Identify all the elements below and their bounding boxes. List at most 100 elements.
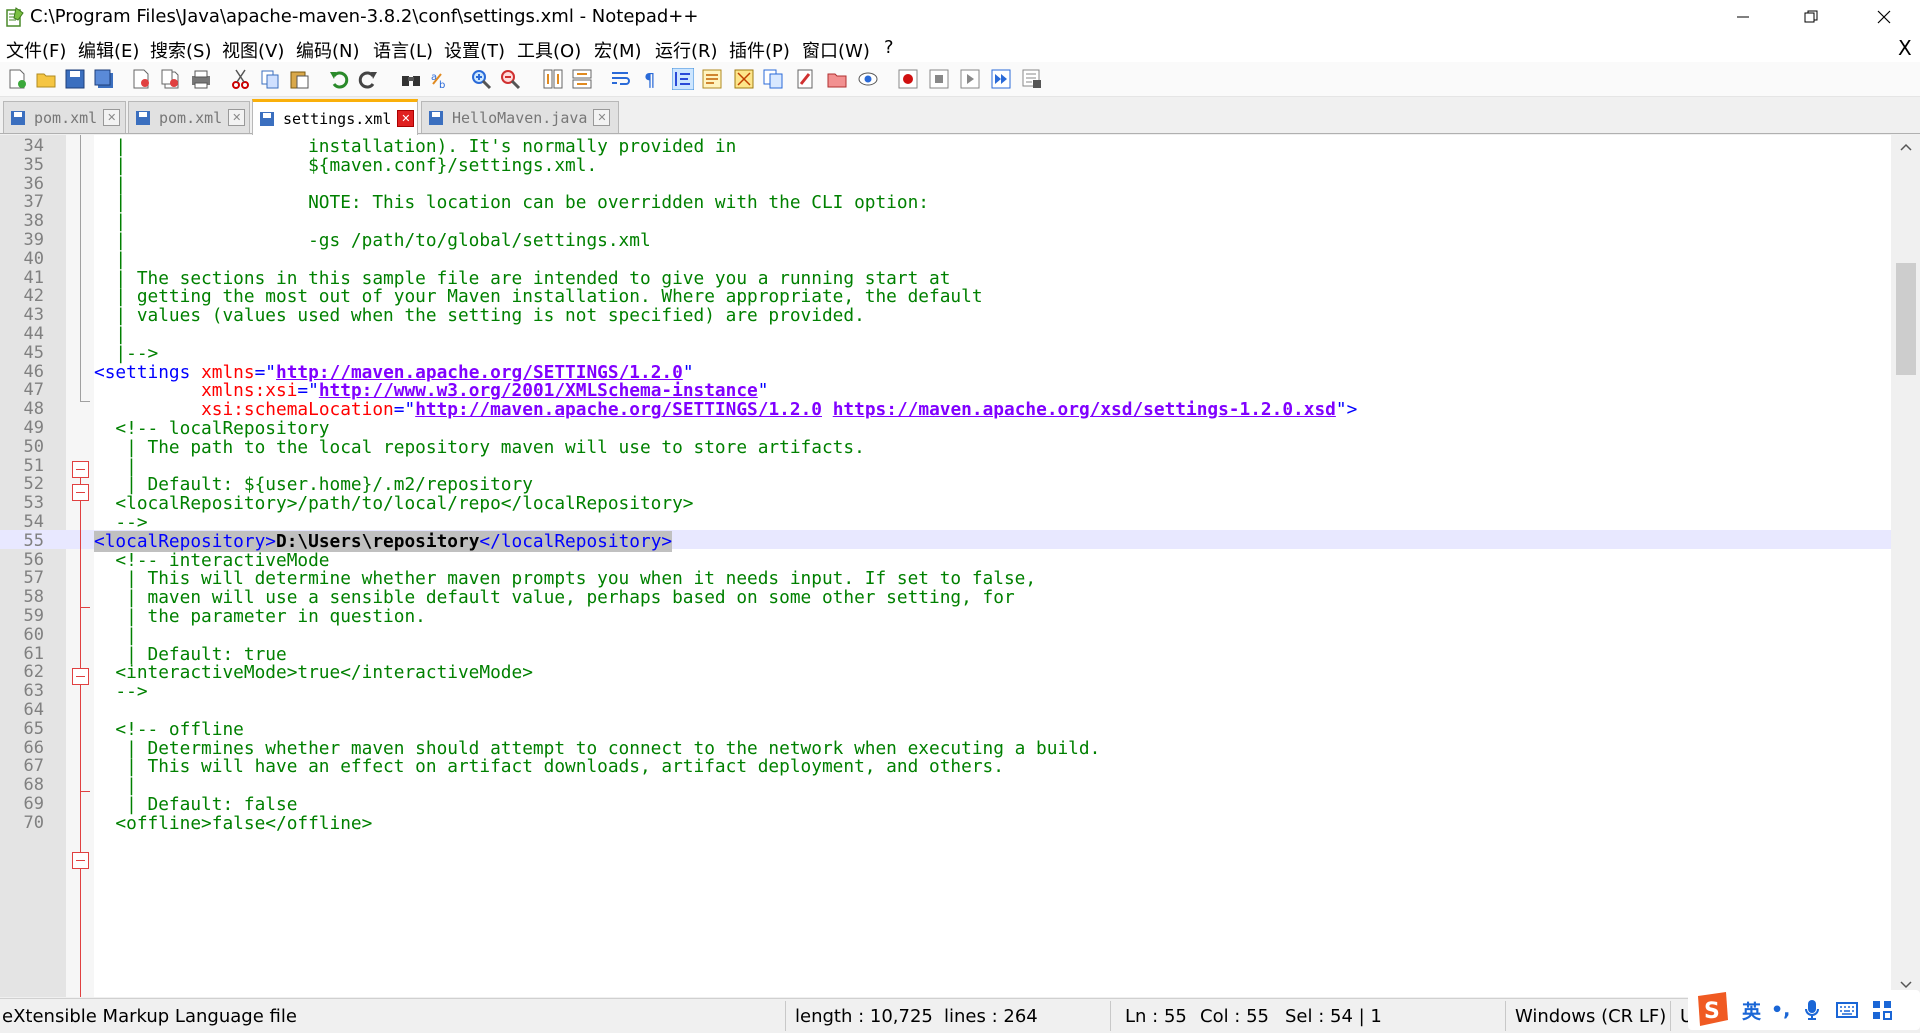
- tab-close-icon[interactable]: ✕: [397, 110, 415, 127]
- new-file-button[interactable]: [6, 68, 28, 90]
- copy-button[interactable]: [259, 68, 281, 90]
- menu-run[interactable]: 运行(R): [655, 37, 718, 63]
- tab-close-icon[interactable]: ✕: [103, 109, 121, 126]
- macro-stop-button[interactable]: [928, 68, 950, 90]
- show-all-chars-button[interactable]: ¶: [639, 68, 661, 91]
- code-line[interactable]: 69 | Default: false: [0, 793, 1891, 815]
- cut-button[interactable]: [230, 68, 252, 90]
- project-panel-button[interactable]: [826, 68, 848, 90]
- tab-pom-xml-2[interactable]: pom.xml ✕: [128, 101, 250, 133]
- code-line[interactable]: 46 <settings xmlns="http://maven.apache.o…: [0, 361, 1891, 383]
- menu-view[interactable]: 视图(V): [222, 37, 284, 63]
- code-line[interactable]: 62 <interactiveMode>true</interactiveMod…: [0, 661, 1891, 683]
- code-line[interactable]: 53 <localRepository>/path/to/local/repo<…: [0, 492, 1891, 514]
- sync-horizontal-button[interactable]: [571, 68, 593, 90]
- code-line[interactable]: 35 | ${maven.conf}/settings.xml.: [0, 154, 1891, 176]
- open-file-button[interactable]: [35, 68, 57, 90]
- folder-workspace-button[interactable]: [795, 68, 817, 90]
- menu-edit[interactable]: 编辑(E): [78, 37, 139, 63]
- code-line[interactable]: 57 | This will determine whether maven p…: [0, 567, 1891, 589]
- macro-record-button[interactable]: [897, 68, 919, 90]
- tab-hellomaven-java[interactable]: HelloMaven.java ✕: [421, 101, 619, 133]
- code-line[interactable]: 59 | the parameter in question.: [0, 605, 1891, 627]
- zoom-out-button[interactable]: [499, 68, 521, 90]
- code-line[interactable]: 68 |: [0, 774, 1891, 796]
- code-line[interactable]: 39 | -gs /path/to/global/settings.xml: [0, 229, 1891, 251]
- minimize-button[interactable]: [1714, 0, 1772, 34]
- menu-file[interactable]: 文件(F): [6, 37, 66, 63]
- replace-button[interactable]: ab: [429, 68, 451, 91]
- status-eol-format[interactable]: Windows (CR LF): [1515, 1006, 1666, 1027]
- menu-search[interactable]: 搜索(S): [150, 37, 211, 63]
- code-line[interactable]: 40 |: [0, 248, 1891, 270]
- code-line[interactable]: 67 | This will have an effect on artifac…: [0, 755, 1891, 777]
- code-line[interactable]: 66 | Determines whether maven should att…: [0, 737, 1891, 759]
- save-button[interactable]: [64, 68, 86, 90]
- indent-guide-button[interactable]: [671, 67, 695, 91]
- scroll-thumb[interactable]: [1896, 263, 1916, 375]
- word-wrap-button[interactable]: [610, 68, 632, 90]
- tab-close-icon[interactable]: ✕: [228, 109, 246, 126]
- code-line[interactable]: 65 <!-- offline: [0, 718, 1891, 740]
- code-line[interactable]: 58 | maven will use a sensible default v…: [0, 586, 1891, 608]
- code-line[interactable]: 63 -->: [0, 680, 1891, 702]
- udl-button[interactable]: [701, 68, 723, 90]
- code-line[interactable]: 60 |: [0, 624, 1891, 646]
- code-line[interactable]: 36 |: [0, 173, 1891, 195]
- tab-pom-xml-1[interactable]: pom.xml ✕: [3, 101, 126, 133]
- code-line[interactable]: 51 |: [0, 455, 1891, 477]
- document-map-button[interactable]: [733, 68, 755, 90]
- code-line[interactable]: 64: [0, 699, 1891, 720]
- code-line[interactable]: 55 <localRepository>D:\Users\repository</…: [0, 529, 1891, 552]
- close-file-button[interactable]: [130, 68, 152, 90]
- sync-vertical-button[interactable]: [542, 68, 564, 90]
- ime-toolbar[interactable]: S 英 •,: [1688, 990, 1920, 1030]
- text-editor[interactable]: 34 | installation). It's normally provid…: [0, 135, 1891, 997]
- code-line[interactable]: 56 <!-- interactiveMode: [0, 549, 1891, 571]
- close-button[interactable]: [1855, 0, 1913, 34]
- code-line[interactable]: 50 | The path to the local repository ma…: [0, 436, 1891, 458]
- undo-button[interactable]: [328, 68, 350, 90]
- fold-toggle-localrepository[interactable]: [72, 484, 89, 501]
- fold-toggle-settings[interactable]: [72, 461, 89, 478]
- code-line[interactable]: 49 <!-- localRepository: [0, 417, 1891, 439]
- menu-window[interactable]: 窗口(W): [802, 37, 870, 63]
- scroll-up-arrow[interactable]: [1891, 135, 1920, 159]
- code-line[interactable]: 52 | Default: ${user.home}/.m2/repositor…: [0, 473, 1891, 495]
- paste-button[interactable]: [288, 68, 310, 90]
- restore-button[interactable]: [1782, 0, 1840, 34]
- code-line[interactable]: 47 xmlns:xsi="http://www.w3.org/2001/XML…: [0, 379, 1891, 401]
- function-list-button[interactable]: [762, 68, 784, 90]
- vertical-scrollbar[interactable]: [1891, 135, 1920, 997]
- microphone-icon[interactable]: [1804, 999, 1820, 1021]
- monitoring-button[interactable]: [857, 68, 879, 90]
- macro-save-button[interactable]: [1021, 68, 1043, 90]
- code-line[interactable]: 54 -->: [0, 511, 1891, 533]
- code-line[interactable]: 48 xsi:schemaLocation="http://maven.apac…: [0, 398, 1891, 420]
- redo-button[interactable]: [357, 68, 379, 90]
- code-line[interactable]: 61 | Default: true: [0, 643, 1891, 665]
- menu-macro[interactable]: 宏(M): [594, 37, 642, 63]
- code-line[interactable]: 45 |-->: [0, 342, 1891, 364]
- tab-close-icon[interactable]: ✕: [593, 109, 611, 126]
- code-line[interactable]: 37 | NOTE: This location can be overridd…: [0, 191, 1891, 213]
- code-line[interactable]: 34 | installation). It's normally provid…: [0, 135, 1891, 157]
- find-button[interactable]: [400, 68, 422, 90]
- code-line[interactable]: 41 | The sections in this sample file ar…: [0, 267, 1891, 289]
- fold-toggle-offline[interactable]: [72, 852, 89, 869]
- close-all-button[interactable]: [159, 68, 181, 90]
- menu-encoding[interactable]: 编码(N): [296, 37, 360, 63]
- macro-play-button[interactable]: [959, 68, 981, 90]
- menu-settings[interactable]: 设置(T): [444, 37, 505, 63]
- menu-tools[interactable]: 工具(O): [517, 37, 581, 63]
- ime-language-toggle[interactable]: 英: [1742, 997, 1761, 1024]
- keyboard-icon[interactable]: [1836, 1001, 1859, 1019]
- fold-toggle-interactivemode[interactable]: [72, 668, 89, 685]
- macro-run-multiple-button[interactable]: [990, 68, 1012, 90]
- code-line[interactable]: 38 |: [0, 210, 1891, 232]
- close-document-button[interactable]: X: [1898, 36, 1912, 60]
- save-all-button[interactable]: [93, 68, 115, 90]
- zoom-in-button[interactable]: [470, 68, 492, 90]
- menu-language[interactable]: 语言(L): [373, 37, 433, 63]
- ime-punctuation-toggle[interactable]: •,: [1771, 999, 1790, 1021]
